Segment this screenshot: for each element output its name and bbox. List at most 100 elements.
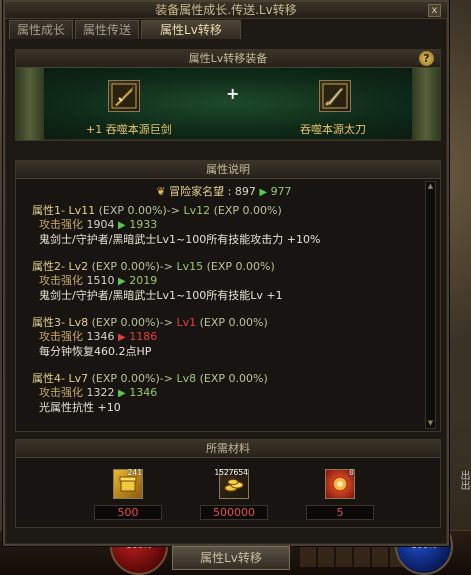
attribute-head: 属性4- Lv7 (EXP 0.00%)-> Lv8 (EXP 0.00%) <box>32 372 416 386</box>
attribute-index: 属性1- <box>32 204 65 217</box>
scroll-up-icon[interactable]: ▲ <box>426 182 435 191</box>
stat-value: 1510 <box>86 274 115 287</box>
blade-icon <box>322 83 348 109</box>
stat-value: 1904 <box>86 218 115 231</box>
equipment-attribute-window: 装备属性成长.传送.Lv转移 x 属性成长 属性传送 属性Lv转移 属性Lv转移… <box>3 0 449 546</box>
attribute-new-exp: (EXP 0.00%) <box>199 372 268 385</box>
transfer-panel-title: 属性Lv转移装备 <box>188 52 268 65</box>
source-equipment-name: +1 吞噬本源巨剑 <box>86 123 172 136</box>
target-equipment-name: 吞噬本源太刀 <box>300 123 366 136</box>
attribute-block: 属性1- Lv11 (EXP 0.00%)-> Lv12 (EXP 0.00%)… <box>32 204 416 247</box>
fame-new: 977 <box>270 185 292 198</box>
sword-icon <box>111 83 137 109</box>
attribute-lv-transfer-button[interactable]: 属性Lv转移 <box>172 546 290 570</box>
arrow-down-icon: ▶ <box>118 332 126 343</box>
attribute-lv: Lv11 <box>68 204 96 217</box>
attribute-stat: 攻击强化 1510 ▶ 2019 <box>32 274 416 289</box>
material-owned-count: 0 <box>349 468 354 477</box>
close-icon: x <box>431 5 438 16</box>
stat-new-value: 1933 <box>129 218 158 231</box>
attribute-new-lv: Lv12 <box>183 204 211 217</box>
attribute-new-exp: (EXP 0.00%) <box>206 260 275 273</box>
attribute-effect: 光属性抗性 +10 <box>39 401 121 414</box>
attribute-effect: 鬼剑士/守护者/黑暗武士Lv1~100所有技能攻击力 +10% <box>39 233 321 246</box>
window-title: 装备属性成长.传送.Lv转移 <box>155 3 297 17</box>
stat-value: 1322 <box>86 386 115 399</box>
attribute-block: 属性2- Lv2 (EXP 0.00%)-> Lv15 (EXP 0.00%) … <box>32 260 416 303</box>
arrow-right-icon: ▶ <box>259 187 268 198</box>
attribute-head: 属性2- Lv2 (EXP 0.00%)-> Lv15 (EXP 0.00%) <box>32 260 416 274</box>
attribute-stat: 攻击强化 1322 ▶ 1346 <box>32 386 416 401</box>
description-scrollbar[interactable]: ▲ ▼ <box>425 181 436 429</box>
attribute-new-exp: (EXP 0.00%) <box>199 316 268 329</box>
material-owned-count: 1527654 <box>214 468 248 477</box>
close-button[interactable]: x <box>428 4 441 17</box>
attribute-new-lv: Lv1 <box>176 316 197 329</box>
attribute-lv: Lv8 <box>68 316 89 329</box>
attribute-exp: (EXP 0.00%)-> <box>91 372 173 385</box>
attribute-exp: (EXP 0.00%)-> <box>91 260 173 273</box>
gold-coins-icon: 1527654 <box>214 468 249 499</box>
attribute-stat: 攻击强化 1346 ▶ 1186 <box>32 330 416 345</box>
material-item[interactable]: 241 500 <box>94 468 162 520</box>
scroll-down-icon[interactable]: ▼ <box>426 419 435 428</box>
fame-separator: : <box>224 185 235 198</box>
attribute-index: 属性2- <box>32 260 65 273</box>
attribute-new-exp: (EXP 0.00%) <box>213 204 282 217</box>
help-icon[interactable]: ? <box>419 51 434 66</box>
scroll-right-end <box>412 68 440 140</box>
material-required-count: 500000 <box>200 505 268 520</box>
material-required-count: 5 <box>306 505 374 520</box>
attribute-exp: (EXP 0.00%)-> <box>91 316 173 329</box>
attribute-index: 属性3- <box>32 316 65 329</box>
required-materials-panel: 所需材料 241 500 1527654 500000 0 5 <box>15 439 441 528</box>
arrow-up-icon: ▶ <box>118 388 126 399</box>
tab-bar: 属性成长 属性传送 属性Lv转移 <box>5 20 447 40</box>
window-titlebar[interactable]: 装备属性成长.传送.Lv转移 x <box>5 2 447 19</box>
stat-label: 攻击强化 <box>39 274 83 287</box>
transfer-panel-header: 属性Lv转移装备 ? <box>16 50 440 68</box>
stat-label: 攻击强化 <box>39 218 83 231</box>
tab-attribute-lv-transfer[interactable]: 属性Lv转移 <box>141 20 241 39</box>
fame-line: ❦ 冒险家名望 : 897 ▶ 977 <box>32 185 416 200</box>
attribute-new-lv: Lv8 <box>176 372 197 385</box>
description-header: 属性说明 <box>16 161 440 179</box>
material-required-count: 500 <box>94 505 162 520</box>
stat-new-value: 1186 <box>129 330 158 343</box>
stat-value: 1346 <box>86 330 115 343</box>
attribute-stat: 攻击强化 1904 ▶ 1933 <box>32 218 416 233</box>
material-owned-count: 241 <box>127 468 142 477</box>
attribute-lv: Lv2 <box>68 260 89 273</box>
arrow-up-icon: ▶ <box>118 276 126 287</box>
arrow-up-icon: ▶ <box>118 220 126 231</box>
scroll-left-end <box>16 68 44 140</box>
golden-box-icon: 241 <box>113 468 143 499</box>
attribute-exp: (EXP 0.00%)-> <box>98 204 180 217</box>
attribute-index: 属性4- <box>32 372 65 385</box>
red-orb-icon: 0 <box>325 468 355 499</box>
source-equipment-slot[interactable] <box>108 80 140 112</box>
material-item[interactable]: 1527654 500000 <box>200 468 268 520</box>
target-equipment-slot[interactable] <box>319 80 351 112</box>
transfer-equipment-panel: 属性Lv转移装备 ? +1 吞噬本源巨剑 + 吞噬本源太刀 <box>15 49 441 141</box>
stat-new-value: 1346 <box>129 386 158 399</box>
attribute-new-lv: Lv15 <box>176 260 204 273</box>
fame-current: 897 <box>234 185 256 198</box>
materials-header: 所需材料 <box>16 440 440 458</box>
attribute-block: 属性3- Lv8 (EXP 0.00%)-> Lv1 (EXP 0.00%) 攻… <box>32 316 416 359</box>
tab-attribute-growth[interactable]: 属性成长 <box>9 20 74 39</box>
description-body: ❦ 冒险家名望 : 897 ▶ 977 属性1- Lv11 (EXP 0.00%… <box>16 179 440 432</box>
stat-new-value: 2019 <box>129 274 158 287</box>
transfer-scroll-area: +1 吞噬本源巨剑 + 吞噬本源太刀 <box>16 68 440 140</box>
attribute-head: 属性3- Lv8 (EXP 0.00%)-> Lv1 (EXP 0.00%) <box>32 316 416 330</box>
material-item[interactable]: 0 5 <box>306 468 374 520</box>
side-edge-text: 出出 <box>458 470 469 490</box>
attribute-effect: 每分钟恢复460.2点HP <box>39 345 152 358</box>
attribute-effect: 鬼剑士/守护者/黑暗武士Lv1~100所有技能Lv +1 <box>39 289 283 302</box>
tab-attribute-transfer[interactable]: 属性传送 <box>75 20 140 39</box>
attribute-lv: Lv7 <box>68 372 89 385</box>
attribute-description-panel: 属性说明 ❦ 冒险家名望 : 897 ▶ 977 属性1- Lv11 (EXP … <box>15 160 441 432</box>
attribute-block: 属性4- Lv7 (EXP 0.00%)-> Lv8 (EXP 0.00%) 攻… <box>32 372 416 415</box>
plus-icon: + <box>226 84 240 103</box>
fame-label: 冒险家名望 <box>169 185 225 198</box>
